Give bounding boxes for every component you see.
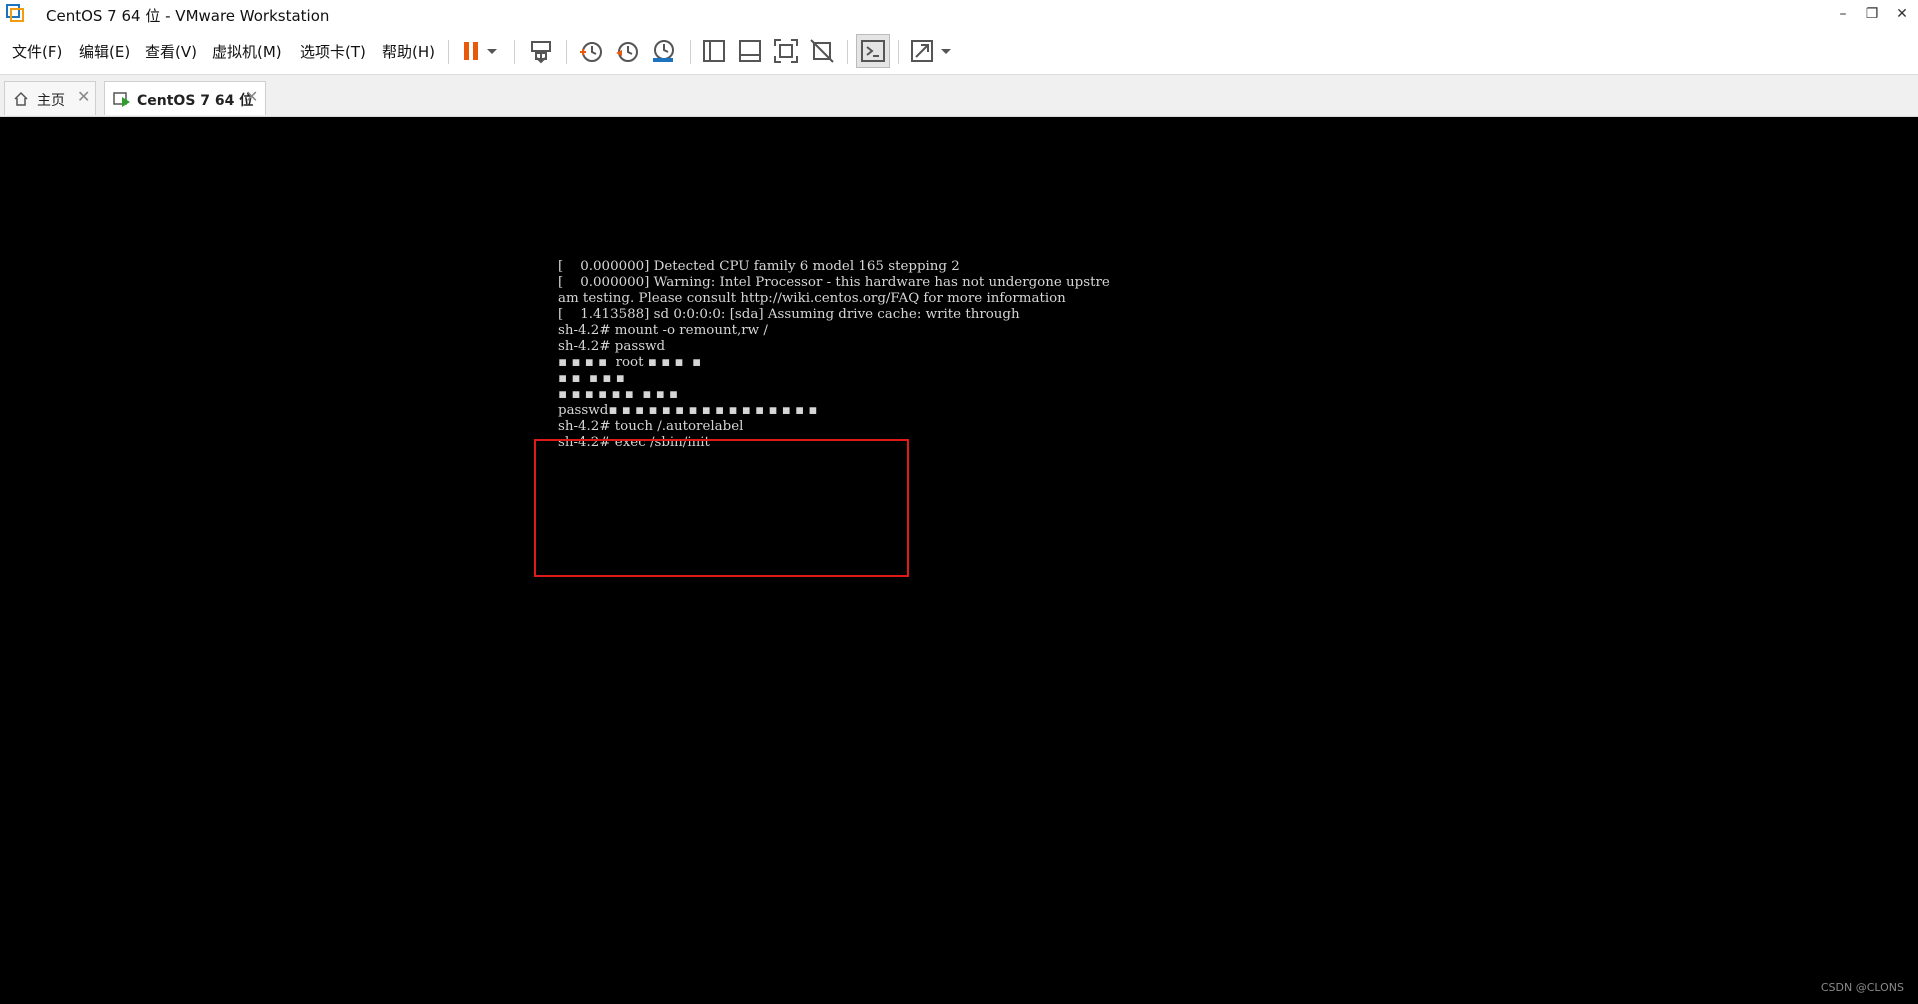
- show-thumbnail-icon[interactable]: [736, 37, 764, 65]
- console-line: ▪ ▪ ▪ ▪ ▪: [558, 371, 625, 386]
- minimize-button[interactable]: –: [1828, 2, 1858, 26]
- stretch-guest-icon[interactable]: [808, 37, 836, 65]
- tab-centos-vm[interactable]: CentOS 7 64 位 ✕: [104, 81, 266, 115]
- console-line: am testing. Please consult http://wiki.c…: [558, 291, 1066, 306]
- console-line: sh-4.2# passwd: [558, 339, 666, 354]
- highlight-box: [534, 439, 909, 577]
- console-line: sh-4.2# mount -o remount,rw /: [558, 323, 768, 338]
- menu-help[interactable]: 帮助(H): [382, 41, 435, 62]
- tab-home-label: 主页: [37, 93, 65, 109]
- console-line: [ 0.000000] Warning: Intel Processor - t…: [558, 275, 1110, 290]
- console-line: [ 0.000000] Detected CPU family 6 model …: [558, 259, 960, 274]
- tab-close-icon[interactable]: ✕: [77, 87, 90, 106]
- window-title: CentOS 7 64 位 - VMware Workstation: [46, 7, 330, 25]
- menu-toolbar-bar: 文件(F) 编辑(E) 查看(V) 虚拟机(M) 选项卡(T) 帮助(H): [0, 28, 1918, 75]
- console-line: sh-4.2# touch /.autorelabel: [558, 419, 744, 434]
- menu-file[interactable]: 文件(F): [12, 41, 62, 62]
- toolbar-separator: [514, 40, 515, 64]
- toolbar-separator: [448, 40, 449, 64]
- console-view-icon: [861, 40, 885, 62]
- toolbar-separator: [566, 40, 567, 64]
- console-line: ▪ ▪ ▪ ▪ ▪ ▪ ▪ ▪ ▪: [558, 387, 678, 402]
- close-button[interactable]: ✕: [1887, 2, 1917, 26]
- vmware-logo-icon: [6, 4, 24, 22]
- fullscreen-icon[interactable]: [908, 37, 936, 65]
- menu-edit[interactable]: 编辑(E): [79, 41, 130, 62]
- dropdown-arrow-icon[interactable]: [484, 37, 500, 65]
- vm-running-icon: [113, 92, 130, 107]
- toolbar-separator: [847, 40, 848, 64]
- menu-vm[interactable]: 虚拟机(M): [212, 41, 282, 62]
- console-output: [ 0.000000] Detected CPU family 6 model …: [558, 259, 1110, 451]
- snapshot-manager-icon[interactable]: [649, 37, 677, 65]
- fit-guest-icon[interactable]: [772, 37, 800, 65]
- console-line: passwd▪ ▪ ▪ ▪ ▪ ▪ ▪ ▪ ▪ ▪ ▪ ▪ ▪ ▪ ▪ ▪: [558, 403, 818, 418]
- dropdown-arrow-icon[interactable]: [938, 37, 954, 65]
- restore-button[interactable]: ❐: [1857, 2, 1887, 26]
- vm-console-screen[interactable]: [ 0.000000] Detected CPU family 6 model …: [0, 117, 1918, 1004]
- tab-bar: 主页 ✕ CentOS 7 64 位 ✕: [0, 75, 1918, 117]
- toolbar-separator: [690, 40, 691, 64]
- show-library-icon[interactable]: [700, 37, 728, 65]
- console-view-button[interactable]: [856, 34, 890, 68]
- snapshot-icon[interactable]: [577, 37, 605, 65]
- title-bar: CentOS 7 64 位 - VMware Workstation – ❐ ✕: [0, 0, 1918, 28]
- menu-view[interactable]: 查看(V): [145, 41, 197, 62]
- watermark: CSDN @CLONS: [1820, 981, 1904, 994]
- menu-tabs[interactable]: 选项卡(T): [300, 41, 366, 62]
- revert-snapshot-icon[interactable]: [613, 37, 641, 65]
- home-icon: [14, 91, 28, 106]
- console-line: ▪ ▪ ▪ ▪ root ▪ ▪ ▪ ▪: [558, 355, 702, 370]
- pause-icon[interactable]: [458, 37, 486, 65]
- tab-close-icon[interactable]: ✕: [245, 87, 258, 106]
- tab-home[interactable]: 主页 ✕: [4, 81, 96, 115]
- send-ctrl-alt-del-icon[interactable]: [527, 37, 555, 65]
- console-line: [ 1.413588] sd 0:0:0:0: [sda] Assuming d…: [558, 307, 1020, 322]
- tab-centos-label: CentOS 7 64 位: [137, 93, 254, 109]
- toolbar-separator: [898, 40, 899, 64]
